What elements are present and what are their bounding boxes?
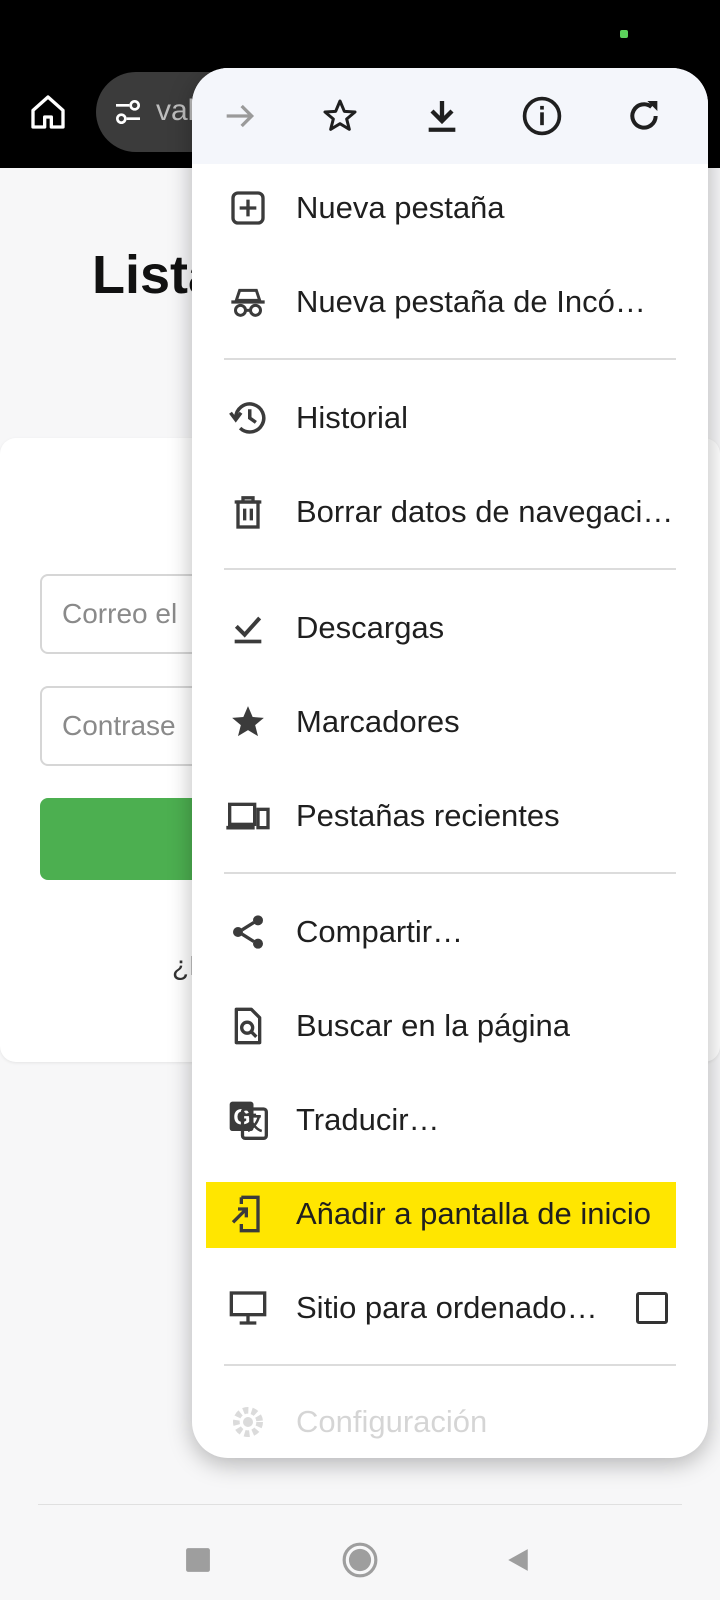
home-nav-button[interactable] xyxy=(336,1536,384,1584)
menu-item-downloads[interactable]: Descargas xyxy=(192,588,708,668)
menu-item-label: Descargas xyxy=(296,610,445,645)
menu-divider xyxy=(224,1364,676,1366)
incognito-icon xyxy=(224,278,272,326)
share-icon xyxy=(224,908,272,956)
star-filled-icon xyxy=(224,698,272,746)
find-in-page-icon xyxy=(224,1002,272,1050)
nav-divider xyxy=(38,1504,682,1505)
menu-item-label: Compartir… xyxy=(296,914,464,949)
desktop-site-checkbox[interactable] xyxy=(636,1292,668,1324)
menu-item-desktop-site[interactable]: Sitio para ordenado… xyxy=(192,1268,708,1348)
menu-divider xyxy=(224,872,676,874)
menu-item-new-tab[interactable]: Nueva pestaña xyxy=(192,168,708,248)
menu-item-translate[interactable]: G Traducir… xyxy=(192,1080,708,1160)
menu-action-row xyxy=(192,68,708,164)
menu-item-label: Marcadores xyxy=(296,704,460,739)
menu-divider xyxy=(224,568,676,570)
menu-item-label: Traducir… xyxy=(296,1102,440,1137)
downloads-check-icon xyxy=(224,604,272,652)
menu-item-clear-data[interactable]: Borrar datos de navegaci… xyxy=(192,472,708,552)
forward-button[interactable] xyxy=(216,92,264,140)
menu-divider xyxy=(224,358,676,360)
menu-item-label: Buscar en la página xyxy=(296,1008,571,1043)
menu-item-label: Historial xyxy=(296,400,408,435)
bookmark-button[interactable] xyxy=(316,92,364,140)
menu-item-find-in-page[interactable]: Buscar en la página xyxy=(192,986,708,1066)
menu-item-label: Nueva pestaña de Incó… xyxy=(296,284,646,319)
menu-item-label: Borrar datos de navegaci… xyxy=(296,494,674,529)
desktop-icon xyxy=(224,1284,272,1332)
square-icon xyxy=(186,1548,210,1572)
menu-item-history[interactable]: Historial xyxy=(192,378,708,458)
download-icon xyxy=(428,101,456,132)
back-triangle-icon xyxy=(508,1549,528,1571)
gear-icon xyxy=(224,1398,272,1446)
recents-button[interactable] xyxy=(174,1536,222,1584)
menu-item-label: Pestañas recientes xyxy=(296,798,560,833)
menu-item-incognito[interactable]: Nueva pestaña de Incó… xyxy=(192,262,708,342)
menu-item-label: Sitio para ordenado… xyxy=(296,1290,598,1325)
translate-icon: G xyxy=(224,1096,272,1144)
new-tab-icon xyxy=(224,184,272,232)
info-button[interactable] xyxy=(518,92,566,140)
devices-icon xyxy=(224,792,272,840)
menu-item-label: Configuración xyxy=(296,1404,488,1439)
menu-item-label: Nueva pestaña xyxy=(296,190,505,225)
reload-button[interactable] xyxy=(620,92,668,140)
reload-icon xyxy=(630,101,658,130)
site-settings-icon[interactable] xyxy=(112,96,144,128)
history-icon xyxy=(224,394,272,442)
home-button[interactable] xyxy=(28,92,68,132)
overflow-menu: Nueva pestaña Nueva pestaña de Incó… His… xyxy=(192,68,708,1458)
arrow-right-icon xyxy=(226,104,255,128)
status-indicator-icon xyxy=(620,30,628,38)
menu-item-add-to-home-screen[interactable]: Añadir a pantalla de inicio xyxy=(192,1174,708,1254)
menu-item-label: Añadir a pantalla de inicio xyxy=(296,1196,652,1231)
add-to-home-icon xyxy=(224,1190,272,1238)
menu-item-settings[interactable]: Configuración xyxy=(192,1382,708,1458)
star-outline-icon xyxy=(323,99,357,131)
trash-icon xyxy=(224,488,272,536)
home-icon xyxy=(31,95,65,129)
circle-icon xyxy=(342,1542,378,1578)
back-button[interactable] xyxy=(494,1536,542,1584)
info-icon xyxy=(522,96,562,136)
download-button[interactable] xyxy=(418,92,466,140)
menu-item-recent-tabs[interactable]: Pestañas recientes xyxy=(192,776,708,856)
menu-item-share[interactable]: Compartir… xyxy=(192,892,708,972)
menu-item-bookmarks[interactable]: Marcadores xyxy=(192,682,708,762)
